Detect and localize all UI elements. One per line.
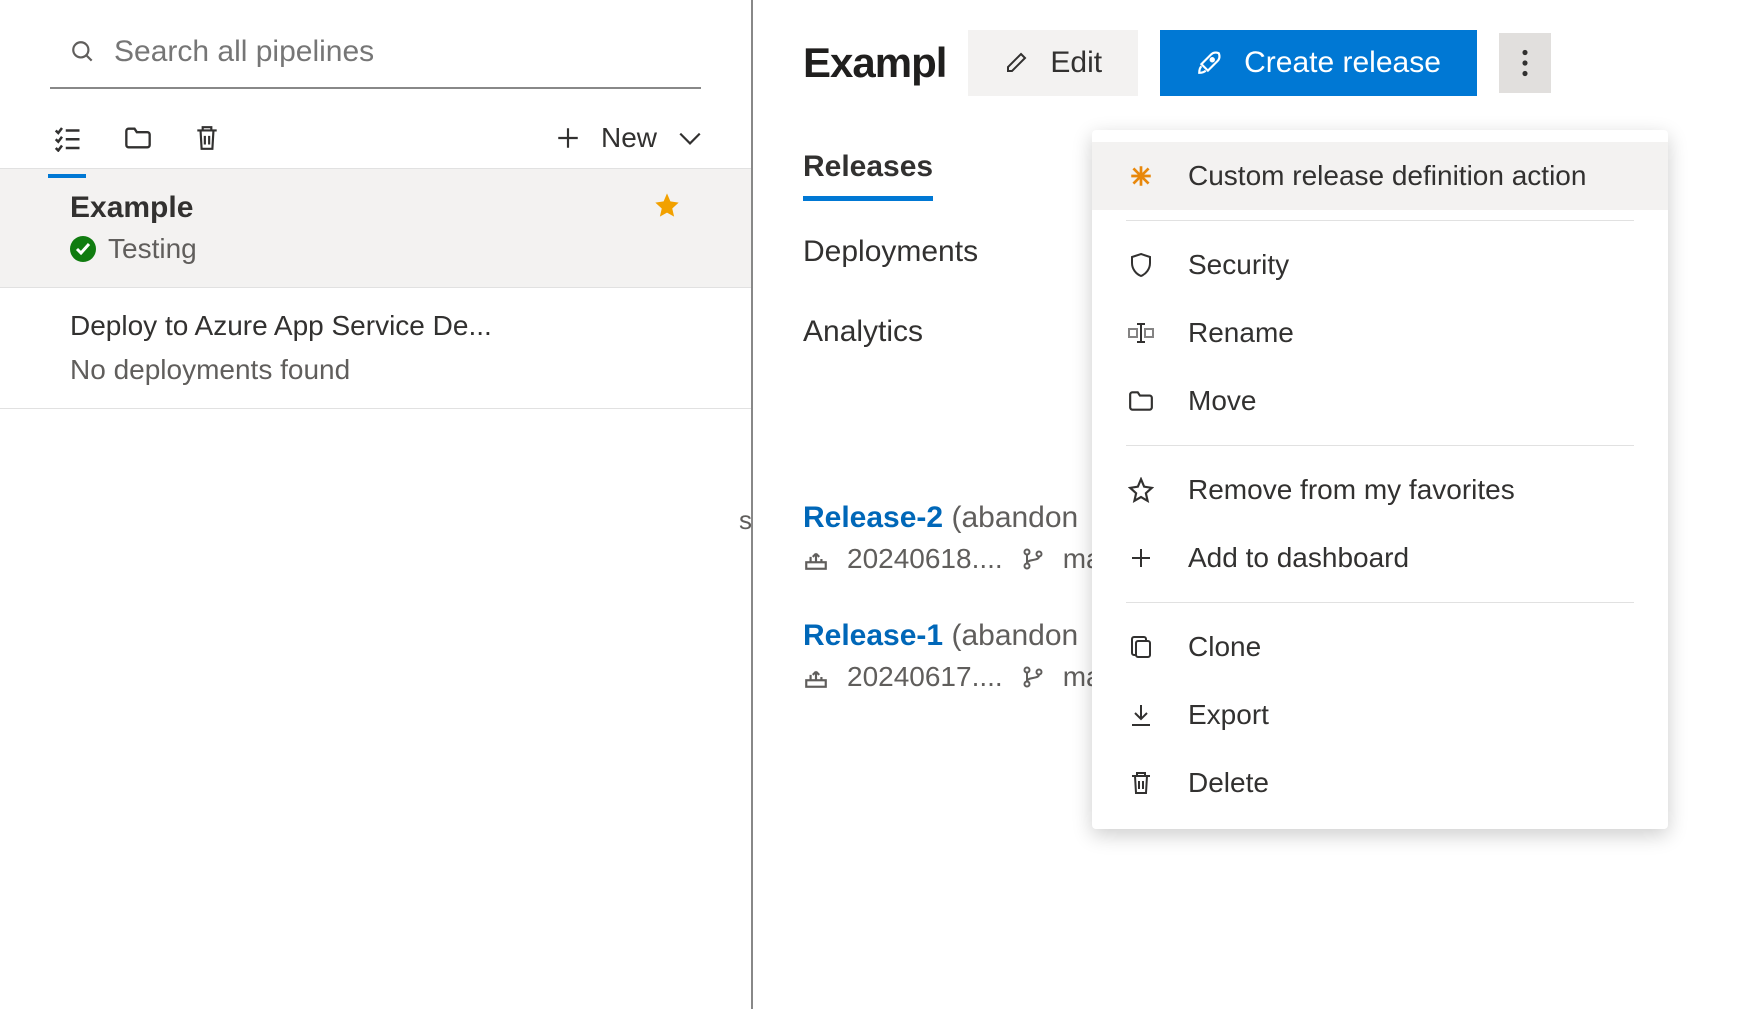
trash-icon [1126,768,1156,798]
release-build: 20240617.... [847,661,1003,693]
truncated-char: s [739,505,752,536]
copy-icon [1126,632,1156,662]
rename-icon [1126,318,1156,348]
menu-label: Security [1188,249,1289,281]
pipeline-sub-desc: No deployments found [70,354,492,386]
pipeline-name: Deploy to Azure App Service De... [70,310,492,342]
asterisk-icon [1126,161,1156,191]
pipeline-name: Example [70,191,197,225]
release-link[interactable]: Release-2 [803,501,943,534]
menu-divider [1126,220,1634,221]
search-row [0,0,751,94]
search-icon [70,39,96,65]
menu-add-dashboard[interactable]: Add to dashboard [1092,524,1668,592]
menu-label: Rename [1188,317,1294,349]
pipeline-item-deploy[interactable]: Deploy to Azure App Service De... No dep… [0,288,751,409]
rocket-icon [1196,50,1222,76]
left-sidebar: New Example Testing Deploy to Azure App … [0,0,753,1009]
pencil-icon [1004,51,1028,75]
star-icon[interactable] [653,191,681,219]
menu-security[interactable]: Security [1092,231,1668,299]
release-state: (abandon [951,501,1078,534]
pipeline-info: Deploy to Azure App Service De... No dep… [70,310,492,386]
list-view-icon[interactable] [52,124,82,152]
release-build: 20240618.... [847,543,1003,575]
new-label: New [601,122,657,154]
plus-icon[interactable] [555,125,581,151]
menu-remove-favorite[interactable]: Remove from my favorites [1092,456,1668,524]
release-state: (abandon [951,619,1078,652]
menu-label: Export [1188,699,1269,731]
menu-divider [1126,602,1634,603]
menu-clone[interactable]: Clone [1092,613,1668,681]
edit-label: Edit [1050,46,1102,80]
folder-icon [1126,386,1156,416]
pipeline-status-text: Testing [108,233,197,265]
menu-label: Move [1188,385,1256,417]
build-icon [803,547,829,571]
menu-export[interactable]: Export [1092,681,1668,749]
chevron-down-icon [677,130,703,146]
branch-icon [1021,665,1045,689]
header-row: Exampl Edit Create release [803,30,1728,96]
menu-divider [1126,445,1634,446]
menu-custom-action[interactable]: Custom release definition action [1092,142,1668,210]
build-icon [803,665,829,689]
check-circle-icon [70,236,96,262]
menu-label: Remove from my favorites [1188,474,1515,506]
menu-delete[interactable]: Delete [1092,749,1668,817]
toolbar-right: New [555,122,703,154]
star-outline-icon [1126,475,1156,505]
pipeline-item-example[interactable]: Example Testing [0,169,751,288]
page-title: Exampl [803,39,946,87]
shield-icon [1126,250,1156,280]
toolbar-left [52,124,220,152]
pipeline-info: Example Testing [70,191,197,265]
trash-icon[interactable] [194,124,220,152]
edit-button[interactable]: Edit [968,30,1138,96]
new-button[interactable]: New [601,122,703,154]
dots-vertical-icon [1521,49,1529,77]
create-release-button[interactable]: Create release [1160,30,1477,96]
folder-icon[interactable] [124,126,152,150]
menu-label: Add to dashboard [1188,542,1409,574]
menu-label: Custom release definition action [1188,160,1586,192]
download-icon [1126,700,1156,730]
pipeline-status: Testing [70,233,197,265]
menu-label: Clone [1188,631,1261,663]
branch-icon [1021,547,1045,571]
create-label: Create release [1244,46,1441,80]
sidebar-toolbar: New [0,94,751,169]
plus-icon [1126,543,1156,573]
more-actions-button[interactable] [1499,33,1551,93]
release-link[interactable]: Release-1 [803,619,943,652]
search-input[interactable] [114,35,693,69]
menu-label: Delete [1188,767,1269,799]
context-menu: Custom release definition action Securit… [1092,130,1668,829]
menu-move[interactable]: Move [1092,367,1668,435]
search-box[interactable] [50,25,701,89]
menu-rename[interactable]: Rename [1092,299,1668,367]
tab-releases[interactable]: Releases [803,150,933,201]
